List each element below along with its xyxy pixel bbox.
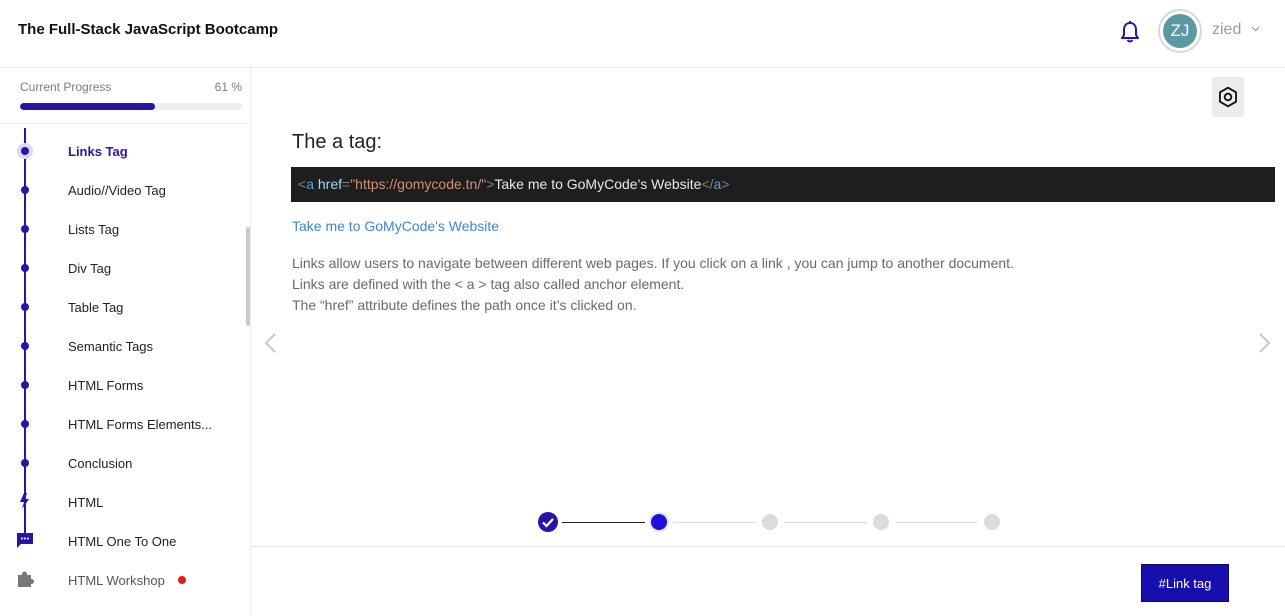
description-line: Links are defined with the < a > tag als… bbox=[292, 276, 685, 292]
lesson-description: Links allow users to navigate between di… bbox=[292, 253, 1252, 316]
notification-dot bbox=[178, 576, 186, 584]
timeline-dot bbox=[21, 459, 29, 467]
footer-divider bbox=[251, 546, 1285, 547]
check-icon bbox=[542, 518, 554, 528]
step-current[interactable] bbox=[649, 512, 669, 532]
settings-icon bbox=[1219, 86, 1237, 108]
timeline-dot-active bbox=[17, 143, 33, 159]
chevron-right-icon[interactable] bbox=[1255, 332, 1273, 354]
demo-link[interactable]: Take me to GoMyCode's Website bbox=[292, 218, 499, 234]
code-token: Take me to GoMyCode's Website bbox=[494, 176, 702, 192]
sidebar-item-lists-tag[interactable]: Lists Tag bbox=[0, 209, 245, 248]
sidebar-item-label: Conclusion bbox=[68, 456, 133, 471]
top-header: The Full-Stack JavaScript Bootcamp ZJ zi… bbox=[0, 0, 1285, 68]
code-token: < bbox=[298, 176, 307, 192]
code-block: <a href="https://gomycode.tn/" > Take me t… bbox=[291, 167, 1275, 202]
app-root: The Full-Stack JavaScript Bootcamp ZJ zi… bbox=[0, 0, 1285, 616]
link-tag-button[interactable]: #Link tag bbox=[1141, 564, 1229, 602]
sidebar-item-html-forms[interactable]: HTML Forms bbox=[0, 365, 245, 404]
progress-label: Current Progress bbox=[20, 80, 112, 94]
stepper-connector bbox=[562, 522, 645, 523]
sidebar-item-semantic-tags[interactable]: Semantic Tags bbox=[0, 326, 245, 365]
step-pending[interactable] bbox=[762, 514, 778, 530]
lightning-icon bbox=[20, 493, 29, 509]
step-pending[interactable] bbox=[984, 514, 1000, 530]
code-token: > bbox=[721, 176, 730, 192]
timeline-dot bbox=[21, 381, 29, 389]
timeline-dot bbox=[21, 225, 29, 233]
timeline-dot bbox=[21, 342, 29, 350]
sidebar-item-html-forms-elements[interactable]: HTML Forms Elements... bbox=[0, 404, 245, 443]
progress-bar bbox=[20, 103, 242, 110]
sidebar-item-label: Semantic Tags bbox=[68, 339, 154, 354]
code-token: "https://gomycode.tn/" bbox=[350, 176, 487, 192]
chat-icon bbox=[17, 533, 33, 548]
sidebar-item-label: Div Tag bbox=[68, 261, 112, 276]
code-token: = bbox=[342, 176, 351, 192]
sidebar-item-label: HTML One To One bbox=[68, 534, 177, 549]
progress-value: 61 % bbox=[214, 80, 242, 94]
progress-section: Current Progress 61 % bbox=[0, 68, 250, 124]
sidebar-item-label: Audio//Video Tag bbox=[68, 183, 166, 198]
sidebar-item-html[interactable]: HTML bbox=[0, 482, 245, 521]
sidebar-item-links-tag[interactable]: Links Tag bbox=[0, 131, 245, 170]
sidebar-item-audio-video-tag[interactable]: Audio//Video Tag bbox=[0, 170, 245, 209]
lesson-heading: The a tag: bbox=[292, 131, 383, 153]
sidebar-item-label: Links Tag bbox=[68, 144, 128, 159]
bell-icon[interactable] bbox=[1119, 20, 1141, 44]
settings-button[interactable] bbox=[1212, 77, 1244, 117]
chevron-left-icon[interactable] bbox=[262, 332, 280, 354]
progress-bar-fill bbox=[20, 103, 156, 110]
sidebar-item-table-tag[interactable]: Table Tag bbox=[0, 287, 245, 326]
puzzle-icon bbox=[18, 571, 34, 587]
code-token: </ bbox=[701, 176, 714, 192]
user-avatar[interactable]: ZJ bbox=[1158, 9, 1202, 53]
sidebar-item-label: HTML bbox=[68, 495, 104, 510]
sidebar-item-html-workshop[interactable]: HTML Workshop bbox=[0, 560, 245, 599]
timeline-dot bbox=[21, 420, 29, 428]
chevron-down-icon[interactable] bbox=[1251, 26, 1260, 32]
stepper-connector bbox=[673, 522, 756, 523]
lesson-content: The a tag: <a href="https://gomycode.tn/… bbox=[251, 68, 1285, 616]
sidebar-item-label: HTML Workshop bbox=[68, 573, 165, 588]
stepper-connector bbox=[784, 522, 867, 523]
username[interactable]: zied bbox=[1212, 21, 1241, 39]
description-line: The “href” attribute defines the path on… bbox=[292, 297, 637, 313]
sidebar: Current Progress 61 % Links Tag Audio//V… bbox=[0, 68, 251, 616]
step-pending[interactable] bbox=[873, 514, 889, 530]
timeline-dot bbox=[21, 264, 29, 272]
code-token: href bbox=[317, 176, 342, 192]
description-line: Links allow users to navigate between di… bbox=[292, 255, 1014, 271]
sidebar-item-div-tag[interactable]: Div Tag bbox=[0, 248, 245, 287]
sidebar-item-label: Table Tag bbox=[68, 300, 124, 315]
stepper-connector bbox=[895, 522, 978, 523]
sidebar-item-label: HTML Forms bbox=[68, 378, 144, 393]
timeline-dot bbox=[21, 303, 29, 311]
avatar-initials: ZJ bbox=[1163, 14, 1197, 48]
sidebar-item-conclusion[interactable]: Conclusion bbox=[0, 443, 245, 482]
sidebar-item-html-one-to-one[interactable]: HTML One To One bbox=[0, 521, 245, 560]
timeline-dot bbox=[21, 186, 29, 194]
course-title: The Full-Stack JavaScript Bootcamp bbox=[18, 21, 279, 38]
code-token: a bbox=[306, 176, 314, 192]
sidebar-item-label: HTML Forms Elements... bbox=[68, 417, 212, 432]
lesson-stepper bbox=[251, 508, 1285, 538]
sidebar-item-label: Lists Tag bbox=[68, 222, 120, 237]
step-completed[interactable] bbox=[538, 512, 558, 532]
sidebar-scrollbar[interactable] bbox=[246, 227, 250, 326]
